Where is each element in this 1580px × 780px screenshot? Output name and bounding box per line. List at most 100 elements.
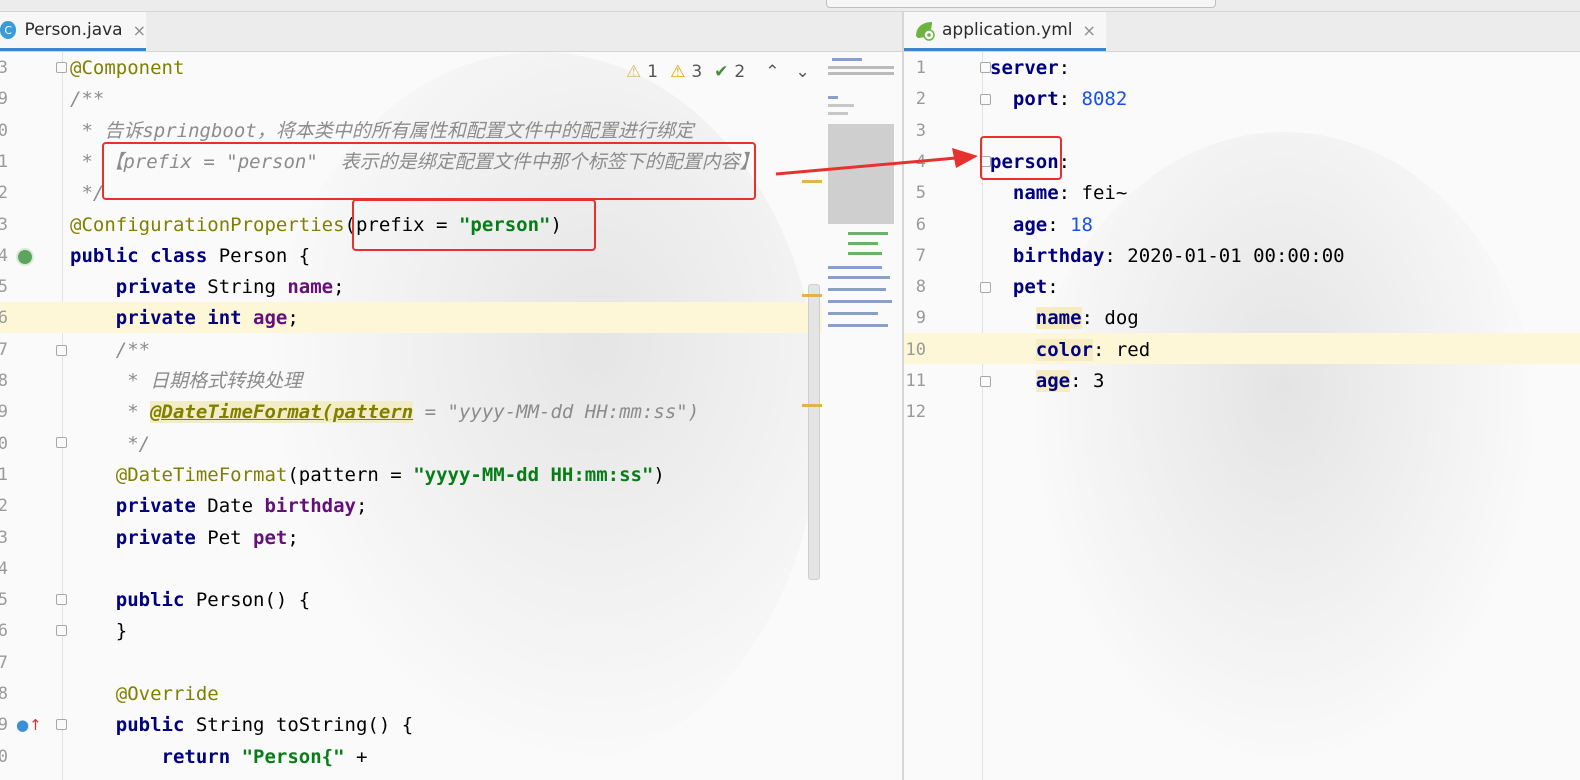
code-line[interactable]: 10 color: red <box>904 335 1580 366</box>
weak-warning-icon: ⚠ <box>626 62 642 82</box>
code-token: : fei~ <box>1058 182 1128 205</box>
fold-marker[interactable] <box>980 62 991 73</box>
previous-highlight-icon[interactable]: ⌃ <box>765 62 779 82</box>
code-line[interactable]: 9 * @DateTimeFormat(pattern = "yyyy-MM-d… <box>0 397 822 428</box>
fold-marker[interactable] <box>56 345 67 356</box>
tab-person-java[interactable]: C Person.java × <box>0 12 146 51</box>
code-token: name <box>990 182 1059 205</box>
code-line[interactable]: 2 port: 8082 <box>904 84 1580 115</box>
code-token: Date <box>207 495 265 518</box>
code-token: ; <box>333 276 345 299</box>
code-line[interactable]: 9 name: dog <box>904 303 1580 334</box>
code-line[interactable]: 5 private String name; <box>0 272 822 303</box>
code-token: private <box>70 276 208 299</box>
code-line[interactable]: 5 name: fei~ <box>904 178 1580 209</box>
code-text: birthday: 2020-01-01 00:00:00 <box>990 241 1345 272</box>
code-token: : dog <box>1081 307 1139 330</box>
code-text: */ <box>70 178 104 209</box>
code-token: @ConfigurationProperties <box>70 213 345 236</box>
line-number: 7 <box>915 245 926 266</box>
code-line[interactable]: 6 private int age; <box>0 303 822 334</box>
warning-stripe-marker[interactable] <box>802 404 822 407</box>
minimap[interactable] <box>828 56 894 346</box>
spring-icon <box>912 18 936 42</box>
code-text: age: 18 <box>990 210 1093 241</box>
inspection-widget[interactable]: ⚠ 1 ⚠ 3 ✔ 2 ⌃ ⌄ <box>626 62 810 82</box>
code-token: @DateTimeFormat(pattern <box>150 401 414 424</box>
warning-stripe-marker[interactable] <box>802 294 822 297</box>
line-number: 7 <box>0 339 8 360</box>
close-icon[interactable]: × <box>133 21 146 40</box>
vertical-scrollbar[interactable] <box>808 284 820 580</box>
code-text: */ <box>70 429 150 460</box>
code-line[interactable]: 4 <box>0 554 822 585</box>
code-token: : red <box>1092 338 1151 361</box>
line-number: 8 <box>0 371 8 391</box>
spring-bean-gutter-icon[interactable] <box>16 248 34 266</box>
tab-label: application.yml <box>942 20 1073 40</box>
code-token: name <box>1035 307 1082 330</box>
close-icon[interactable]: × <box>1083 21 1096 40</box>
code-token: * <box>70 150 105 173</box>
code-token: /** <box>70 88 105 111</box>
line-number: 4 <box>0 558 8 579</box>
code-text: age: 3 <box>990 366 1104 397</box>
fold-marker[interactable] <box>56 62 67 73</box>
code-line[interactable]: 12 <box>904 397 1580 428</box>
search-everywhere-box[interactable] <box>826 0 1216 8</box>
code-token: String toString() { <box>195 714 414 737</box>
line-number: 6 <box>0 308 8 329</box>
code-line[interactable]: 1 @DateTimeFormat(pattern = "yyyy-MM-dd … <box>0 460 822 491</box>
code-text: public Person() { <box>70 585 310 616</box>
code-line[interactable]: 2 private Date birthday; <box>0 491 822 522</box>
highlight-box-person <box>980 136 1062 180</box>
code-line[interactable]: 9 /** <box>0 84 822 115</box>
line-number: 10 <box>905 339 926 360</box>
code-line[interactable]: 11 age: 3 <box>904 366 1580 397</box>
left-tab-bar: C Person.java × <box>0 12 902 52</box>
code-token: Pet <box>207 526 254 549</box>
code-line[interactable]: 7 <box>0 648 822 679</box>
line-number: 9 <box>0 402 8 423</box>
fold-marker[interactable] <box>56 625 67 636</box>
line-number: 2 <box>915 89 926 110</box>
code-line[interactable]: 7 birthday: 2020-01-01 00:00:00 <box>904 241 1580 272</box>
line-number: 9 <box>0 89 8 110</box>
code-line[interactable]: 1 server: <box>904 53 1580 84</box>
line-number: 8 <box>0 684 8 704</box>
code-token: ; <box>287 307 299 330</box>
code-line[interactable]: 6 } <box>0 616 822 647</box>
yml-editor[interactable]: 1server:2 port: 808234person:5 name: fei… <box>904 52 1580 780</box>
code-token: @Override <box>70 683 219 705</box>
code-text: private Date birthday; <box>70 491 368 522</box>
code-token: } <box>70 620 128 643</box>
code-line[interactable]: 0 return "Person{" + <box>0 742 822 773</box>
fold-marker[interactable] <box>56 594 67 605</box>
code-token: public class <box>70 244 219 267</box>
code-token: * <box>70 401 151 424</box>
code-token: server <box>990 57 1059 79</box>
line-number: 11 <box>905 371 926 391</box>
line-number: 2 <box>0 496 8 517</box>
line-number: 4 <box>0 245 8 266</box>
fold-marker[interactable] <box>980 376 991 387</box>
next-highlight-icon[interactable]: ⌄ <box>795 62 809 82</box>
code-line[interactable]: 5 public Person() { <box>0 585 822 616</box>
fold-marker[interactable] <box>980 282 991 293</box>
code-line[interactable]: 8 pet: <box>904 272 1580 303</box>
code-line[interactable]: 0 */ <box>0 429 822 460</box>
code-line[interactable]: 8 @Override <box>0 679 822 710</box>
code-line[interactable]: 9 public String toString() { <box>0 710 822 741</box>
tab-application-yml[interactable]: application.yml × <box>904 12 1106 51</box>
line-number: 3 <box>0 214 8 235</box>
fold-marker[interactable] <box>980 94 991 105</box>
code-line[interactable]: 6 age: 18 <box>904 210 1580 241</box>
fold-marker[interactable] <box>56 437 67 448</box>
code-line[interactable]: 3 private Pet pet; <box>0 523 822 554</box>
code-line[interactable]: 8 * 日期格式转换处理 <box>0 366 822 397</box>
override-gutter-icon[interactable]: ●↑ <box>16 716 42 734</box>
fold-marker[interactable] <box>56 719 67 730</box>
code-line[interactable]: 7 /** <box>0 335 822 366</box>
java-editor[interactable]: 3 @Component 9 /** 0 * 告诉springboot，将本类中的所有属… <box>0 52 902 780</box>
code-token: color <box>1035 338 1093 361</box>
